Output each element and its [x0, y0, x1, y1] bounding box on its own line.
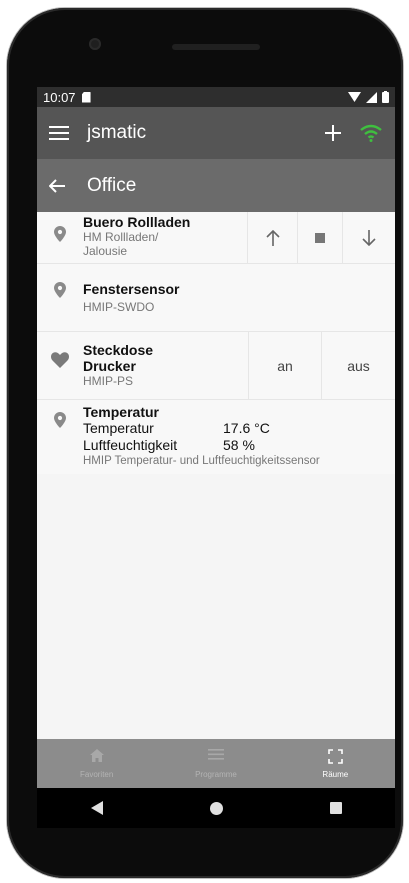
- device-type: HM Rollladen/ Jalousie: [83, 230, 159, 258]
- arrow-down-icon: [362, 229, 376, 246]
- connection-wifi-icon[interactable]: [359, 124, 383, 142]
- list-icon: [207, 748, 224, 760]
- value-label: Temperatur: [83, 420, 154, 436]
- device-info: Fenstersensor HMIP-SWDO: [83, 264, 395, 331]
- shutter-controls: [247, 212, 395, 263]
- cell-signal-icon: [366, 91, 377, 103]
- device-info: Buero Rollladen HM Rollladen/ Jalousie: [83, 212, 247, 263]
- value-reading: 17.6 °C: [223, 420, 270, 436]
- device-list: Buero Rollladen HM Rollladen/ Jalousie F…: [37, 212, 395, 474]
- location-pin-icon: [54, 412, 66, 428]
- front-camera: [89, 38, 101, 50]
- value-label: Luftfeuchtigkeit: [83, 437, 178, 453]
- device-name: Temperatur: [83, 404, 159, 420]
- nav-label: Favoriten: [79, 769, 114, 779]
- location-pin-icon: [54, 226, 66, 242]
- back-arrow-icon[interactable]: [49, 178, 65, 193]
- value-reading: 58 %: [223, 437, 255, 453]
- lead-slot: [37, 400, 83, 474]
- app-bar: jsmatic: [37, 107, 395, 159]
- device-type: HMIP Temperatur- und Luftfeuchtigkeitsse…: [83, 455, 320, 467]
- wifi-status-icon: [348, 92, 361, 102]
- lead-slot: [37, 264, 83, 331]
- switch-on-button[interactable]: an: [248, 332, 321, 399]
- value-row-temperature: Temperatur 17.6 °C: [83, 420, 395, 437]
- nav-label: Räume: [322, 769, 349, 779]
- app-title: jsmatic: [87, 122, 147, 143]
- sd-card-icon: [81, 91, 91, 103]
- device-row-steckdose: Steckdose Drucker HMIP-PS an aus: [37, 332, 395, 400]
- battery-icon: [382, 91, 389, 103]
- device-type: HMIP-SWDO: [83, 300, 155, 314]
- device-info: Temperatur Temperatur 17.6 °C Luftfeucht…: [83, 400, 395, 474]
- nav-favorites[interactable]: Favoriten: [37, 739, 156, 788]
- status-time: 10:07: [43, 89, 76, 105]
- lead-slot: [37, 212, 83, 263]
- value-row-humidity: Luftfeuchtigkeit 58 %: [83, 437, 395, 454]
- add-icon[interactable]: [325, 125, 341, 141]
- stop-icon: [315, 232, 325, 243]
- room-title: Office: [87, 174, 137, 196]
- nav-label: Programme: [195, 769, 237, 779]
- status-icons: [348, 91, 389, 103]
- screen: 10:07 jsmatic Office Buero Rollladen HM …: [37, 87, 395, 828]
- device-name: Buero Rollladen: [83, 214, 191, 230]
- device-name: Steckdose Drucker: [83, 342, 154, 374]
- switch-off-button[interactable]: aus: [321, 332, 395, 399]
- phone-frame: 10:07 jsmatic Office Buero Rollladen HM …: [7, 8, 403, 878]
- room-header: Office: [37, 159, 395, 212]
- location-pin-icon: [54, 282, 66, 298]
- shutter-up-button[interactable]: [247, 212, 297, 263]
- back-triangle-icon[interactable]: [90, 801, 103, 815]
- status-bar: 10:07: [37, 87, 395, 107]
- device-type: HMIP-PS: [83, 374, 134, 388]
- shutter-down-button[interactable]: [342, 212, 395, 263]
- device-row-fenstersensor: Fenstersensor HMIP-SWDO: [37, 264, 395, 332]
- arrow-up-icon: [265, 229, 280, 246]
- device-info: Steckdose Drucker HMIP-PS: [83, 332, 248, 399]
- recents-square-icon[interactable]: [329, 802, 342, 814]
- system-navigation-bar: [37, 788, 395, 828]
- nav-programs[interactable]: Programme: [156, 739, 275, 788]
- switch-controls: an aus: [248, 332, 395, 399]
- home-icon: [89, 748, 104, 762]
- nav-rooms[interactable]: Räume: [276, 739, 395, 788]
- fullscreen-icon: [328, 748, 343, 764]
- device-row-rollladen: Buero Rollladen HM Rollladen/ Jalousie: [37, 212, 395, 264]
- device-row-temperatur: Temperatur Temperatur 17.6 °C Luftfeucht…: [37, 400, 395, 474]
- menu-icon[interactable]: [49, 125, 69, 141]
- shutter-stop-button[interactable]: [297, 212, 342, 263]
- device-name: Fenstersensor: [83, 281, 180, 297]
- heart-icon[interactable]: [51, 352, 69, 368]
- app-actions: [325, 124, 383, 142]
- home-circle-icon[interactable]: [209, 801, 223, 815]
- bottom-navigation: Favoriten Programme Räume: [37, 739, 395, 788]
- earpiece-speaker: [172, 44, 260, 50]
- lead-slot: [37, 332, 83, 399]
